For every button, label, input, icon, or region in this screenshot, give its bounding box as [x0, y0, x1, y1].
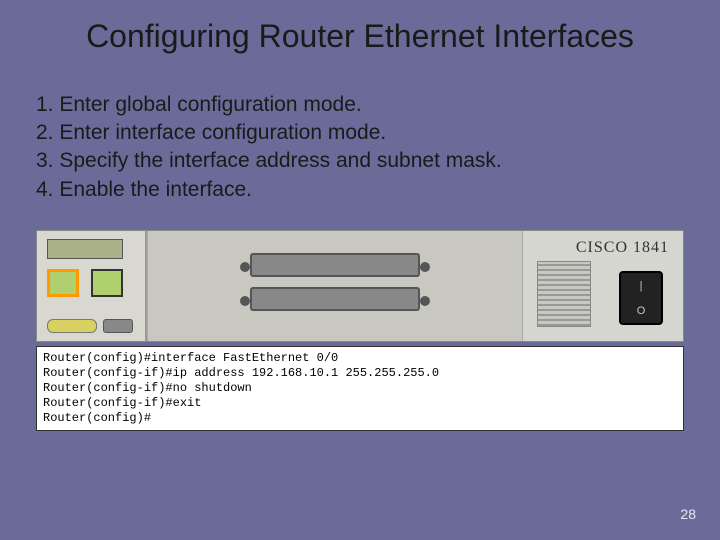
router-label-sticker	[47, 319, 97, 333]
serial-slot	[250, 253, 420, 277]
router-vent	[537, 261, 591, 327]
serial-slot	[250, 287, 420, 311]
step-item: 1. Enter global configuration mode.	[36, 91, 684, 119]
page-number: 28	[680, 506, 696, 522]
router-image: CISCO 1841 | O	[36, 230, 684, 342]
cli-line: Router(config-if)#ip address 192.168.10.…	[43, 366, 677, 381]
power-off-symbol: O	[637, 305, 646, 317]
router-ethernet-panel	[37, 231, 147, 341]
cli-line: Router(config)#interface FastEthernet 0/…	[43, 351, 677, 366]
step-item: 3. Specify the interface address and sub…	[36, 147, 684, 175]
cli-output: Router(config)#interface FastEthernet 0/…	[36, 346, 684, 431]
step-item: 2. Enter interface configuration mode.	[36, 119, 684, 147]
ethernet-port-highlight	[47, 269, 79, 297]
steps-list: 1. Enter global configuration mode. 2. E…	[0, 63, 720, 222]
cli-line: Router(config-if)#exit	[43, 396, 677, 411]
slide-title: Configuring Router Ethernet Interfaces	[0, 0, 720, 63]
cli-line: Router(config)#	[43, 411, 677, 426]
router-aux-port	[103, 319, 133, 333]
router-serial-panel	[147, 231, 523, 341]
router-right-panel: CISCO 1841 | O	[523, 231, 683, 341]
ethernet-port	[91, 269, 123, 297]
router-top-ports	[47, 239, 123, 259]
step-item: 4. Enable the interface.	[36, 176, 684, 204]
power-on-symbol: |	[640, 280, 643, 292]
power-switch-icon: | O	[619, 271, 663, 325]
cli-line: Router(config-if)#no shutdown	[43, 381, 677, 396]
router-model-label: CISCO 1841	[576, 239, 669, 257]
